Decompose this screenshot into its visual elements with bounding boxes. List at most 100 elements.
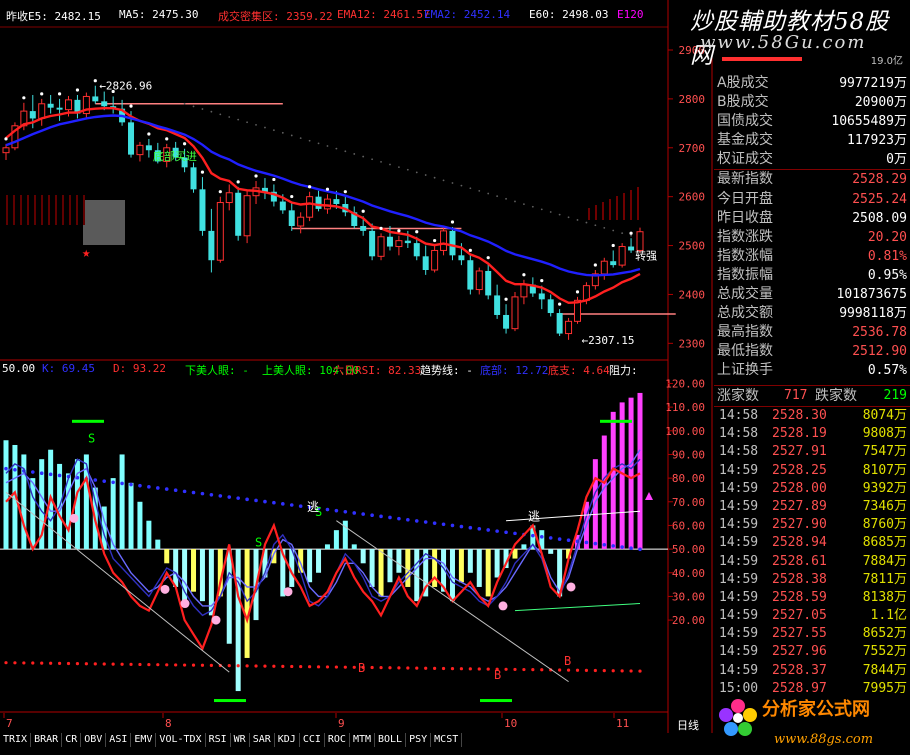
signal-dot xyxy=(4,137,8,141)
price-tick: 2600 xyxy=(679,191,706,204)
oscillator-bar xyxy=(307,549,313,583)
oscillator-indicator-0: 50.00 xyxy=(2,362,36,375)
blue-trend-dot xyxy=(334,508,339,513)
tab-emv[interactable]: EMV xyxy=(131,733,157,747)
ref-bar xyxy=(41,195,43,225)
diamond-marker xyxy=(180,599,190,609)
tab-rsi[interactable]: RSI xyxy=(206,733,231,747)
signal-marker-buy: B xyxy=(358,661,365,675)
signal-dot xyxy=(415,230,419,234)
tab-kdj[interactable]: KDJ xyxy=(275,733,300,747)
ref-bar xyxy=(6,195,8,225)
signal-dot xyxy=(147,132,151,136)
market-stats-panel: A股成交 9977219万 B股成交 20900万 国债成交 10655489万 基金成交 1… xyxy=(714,74,910,381)
tab-psy[interactable]: PSY xyxy=(406,733,432,747)
trade-price: 2527.05 xyxy=(772,608,827,624)
trade-price: 2528.61 xyxy=(772,553,827,569)
red-trend-dot xyxy=(433,666,437,670)
red-trend-dot xyxy=(477,667,481,671)
trade-volume: 8074万 xyxy=(862,408,907,423)
price-annotation: ←2826.96 xyxy=(99,80,152,93)
candle-body-up xyxy=(475,270,483,291)
signal-dot xyxy=(522,273,526,277)
stat-row: 总成交额 9998118万 xyxy=(714,304,910,323)
signal-dot xyxy=(450,220,455,224)
stat-value: 0.57% xyxy=(867,363,907,379)
oscillator-bar xyxy=(155,539,161,550)
axis-labels: 23002400250026002700280029007 8 9 10 1120.00… xyxy=(3,44,706,730)
blue-trend-dot xyxy=(548,536,553,540)
long-ma-dot xyxy=(210,110,213,113)
red-trend-dot xyxy=(504,667,508,671)
candle-body-up xyxy=(297,216,305,227)
oscillator-bar xyxy=(199,549,205,602)
trade-time: 14:59 xyxy=(719,589,759,605)
candle-body-up xyxy=(440,230,448,251)
osc-tick: 80.00 xyxy=(672,472,705,485)
red-trend-dot xyxy=(388,666,392,670)
blue-trend-dot xyxy=(611,544,616,548)
long-ma-dot xyxy=(201,108,204,110)
tab-roc[interactable]: ROC xyxy=(325,733,350,747)
ref-bar xyxy=(20,195,22,225)
tab-cr[interactable]: CR xyxy=(62,733,82,747)
tab-wr[interactable]: WR xyxy=(231,733,250,747)
tab-cci[interactable]: CCI xyxy=(300,733,325,747)
tab-mtm[interactable]: MTM xyxy=(350,733,375,747)
signal-dot xyxy=(218,190,222,194)
tab-sar[interactable]: SAR xyxy=(250,733,275,747)
tab-boll[interactable]: BOLL xyxy=(375,733,407,747)
oscillator-bar xyxy=(396,549,402,573)
osc-tick: 90.00 xyxy=(672,448,705,461)
candle-body-down xyxy=(404,240,411,244)
signal-dot xyxy=(325,187,330,191)
candle-body-up xyxy=(243,195,251,237)
oscillator-bar xyxy=(619,402,625,550)
red-trend-dot xyxy=(593,668,597,673)
indicator-tab-bar: TRIX BRAR CR OBV ASI EMV VOL-TDX RSI WR SAR KDJ CCI… xyxy=(0,733,668,747)
oscillator-bar xyxy=(226,549,232,644)
long-ma-dot xyxy=(281,131,284,134)
red-trend-dot xyxy=(566,668,571,672)
blue-trend-dot xyxy=(379,514,383,519)
long-ma-dot xyxy=(603,226,606,229)
long-ma-dot xyxy=(567,216,570,219)
signal-dot xyxy=(593,263,597,267)
date-tick: 10 xyxy=(504,717,517,730)
tab-obv[interactable]: OBV xyxy=(81,733,107,747)
red-trend-dot xyxy=(638,669,642,673)
red-trend-dot xyxy=(138,662,142,667)
stat-row: 权证成交 0万 xyxy=(714,150,910,169)
stat-value: 2536.78 xyxy=(852,325,907,341)
tab-vol-tdx[interactable]: VOL-TDX xyxy=(156,733,206,747)
stat-label: 总成交量 xyxy=(717,286,773,303)
candle-body-up xyxy=(323,198,331,210)
ref-bar xyxy=(623,193,625,220)
trade-volume: 7552万 xyxy=(862,644,907,660)
stat-row: 上证换手 0.57% xyxy=(714,361,910,380)
tab-trix[interactable]: TRIX xyxy=(0,733,32,747)
oscillator-bar xyxy=(324,544,330,550)
stat-row: 昨日收盘 2508.09 xyxy=(714,209,910,228)
tab-mcst[interactable]: MCST xyxy=(431,733,463,747)
red-trend-dot xyxy=(459,667,464,671)
blue-trend-dot xyxy=(102,479,107,483)
oscillator-indicator-9: 阻力: xyxy=(609,364,638,377)
candle-body-up xyxy=(395,240,403,248)
red-trend-dot xyxy=(531,668,535,672)
long-ma-dot xyxy=(558,213,561,216)
advance-decline-row: 涨家数 717 跌家数 219 xyxy=(714,385,910,407)
candle-body-down xyxy=(458,255,465,261)
blue-trend-dot xyxy=(111,480,115,485)
tab-asi[interactable]: ASI xyxy=(106,733,132,747)
red-trend-dot xyxy=(66,661,71,666)
trade-volume: 7844万 xyxy=(862,662,907,678)
red-trend-dot xyxy=(325,665,330,669)
upper-eye-mark xyxy=(600,419,632,423)
blue-trend-dot xyxy=(30,470,35,474)
candle-body-down xyxy=(29,111,36,119)
tab-brar[interactable]: BRAR xyxy=(31,733,63,747)
oscillator-bar xyxy=(369,549,375,587)
period-label[interactable]: 日线 xyxy=(677,717,699,733)
candle-body-down xyxy=(288,210,295,226)
